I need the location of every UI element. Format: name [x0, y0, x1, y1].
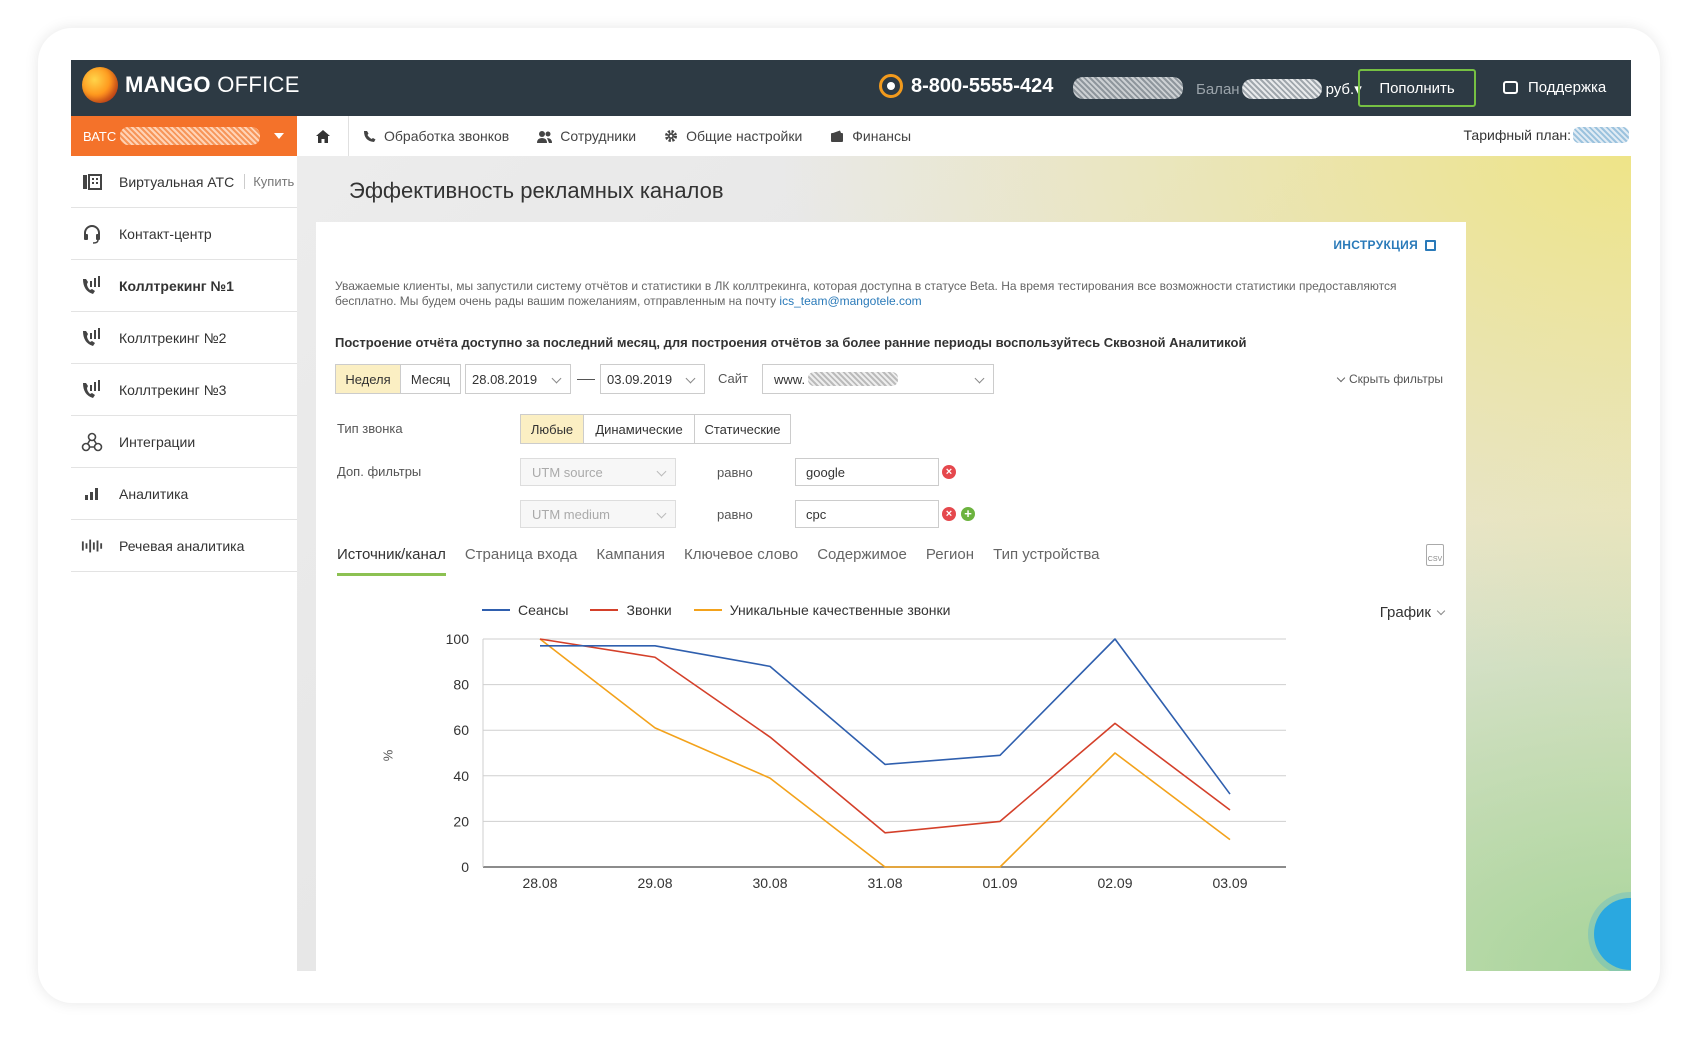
- sidebar-item-label: Виртуальная АТС: [119, 173, 235, 190]
- nav-call-handling[interactable]: Обработка звонков: [363, 128, 509, 144]
- tariff-label: Тарифный план:: [1463, 127, 1572, 143]
- x-tick-label: 28.08: [522, 875, 557, 891]
- topup-button[interactable]: Пополнить: [1358, 69, 1476, 107]
- y-tick-label: 80: [453, 677, 469, 693]
- sidebar-item-calltracking-2[interactable]: Коллтрекинг №2: [71, 312, 297, 364]
- line-chart: 0 20 40 60 80 100 28.08 29.08 30.08 31.08 01.09 02.…: [446, 631, 1286, 891]
- tariff-plan[interactable]: Тарифный план:: [1463, 127, 1629, 143]
- headset-icon: [81, 223, 103, 245]
- x-tick-label: 30.08: [752, 875, 787, 891]
- users-icon: [537, 130, 553, 143]
- gear-icon: [664, 129, 678, 143]
- logo-text-light: OFFICE: [210, 72, 300, 97]
- y-tick-label: 40: [453, 768, 469, 784]
- pbx-icon: [81, 171, 103, 193]
- x-tick-label: 03.09: [1212, 875, 1247, 891]
- sidebar-item-label: Аналитика: [119, 485, 189, 502]
- waveform-icon: [81, 535, 103, 557]
- x-tick-label: 02.09: [1097, 875, 1132, 891]
- sidebar-item-label: Интеграции: [119, 433, 196, 450]
- top-header: MANGO OFFICE 8-800-5555-424 Балан руб. ▾…: [71, 60, 1631, 116]
- balance-value-blurred: [1241, 79, 1322, 99]
- support-label: Поддержка: [1528, 79, 1607, 96]
- top-navigation: Обработка звонков Сотрудники Общие настр…: [297, 116, 1631, 156]
- logo-text-bold: MANGO: [125, 72, 211, 97]
- sidebar-item-label: Коллтрекинг №3: [119, 381, 227, 398]
- hotline-number: 8-800-5555-424: [911, 74, 1054, 97]
- sidebar-item-contact-center[interactable]: Контакт-центр: [71, 208, 297, 260]
- caret-down-icon: [274, 133, 284, 139]
- sidebar-item-calltracking-3[interactable]: Коллтрекинг №3: [71, 364, 297, 416]
- sidebar-item-calltracking-1[interactable]: Коллтрекинг №1: [71, 260, 297, 312]
- balance-currency: руб.: [1325, 80, 1355, 98]
- y-tick-label: 0: [461, 859, 469, 875]
- wallet-icon: [830, 130, 844, 143]
- home-button[interactable]: [297, 116, 349, 156]
- account-name-blurred[interactable]: [1073, 77, 1183, 99]
- bar-chart-icon: [81, 483, 103, 505]
- headset-phone-icon: [879, 74, 903, 98]
- x-tick-label: 29.08: [637, 875, 672, 891]
- nav-label: Сотрудники: [560, 128, 637, 144]
- tariff-name-blurred: [1573, 127, 1629, 143]
- y-tick-label: 100: [446, 631, 470, 647]
- app-window: MANGO OFFICE 8-800-5555-424 Балан руб. ▾…: [71, 60, 1631, 971]
- sidebar-item-analytics[interactable]: Аналитика: [71, 468, 297, 520]
- sidebar-item-speech-analytics[interactable]: Речевая аналитика: [71, 520, 297, 572]
- ats-name-blurred: [120, 127, 261, 145]
- series-line: [539, 638, 1231, 834]
- nav-label: Общие настройки: [686, 128, 803, 144]
- nav-finances[interactable]: Финансы: [830, 128, 911, 144]
- nav-label: Обработка звонков: [384, 128, 510, 144]
- chat-icon: [1503, 81, 1518, 94]
- sidebar-item-integrations[interactable]: Интеграции: [71, 416, 297, 468]
- sidebar-item-label: Речевая аналитика: [119, 537, 245, 554]
- y-tick-label: 60: [453, 722, 469, 738]
- home-icon: [315, 129, 330, 143]
- hotline-phone: 8-800-5555-424: [879, 74, 1053, 98]
- nav-general-settings[interactable]: Общие настройки: [664, 128, 802, 144]
- y-tick-label: 20: [453, 813, 469, 829]
- nav-employees[interactable]: Сотрудники: [537, 128, 636, 144]
- x-tick-label: 31.08: [867, 875, 902, 891]
- mango-office-logo[interactable]: MANGO OFFICE: [82, 67, 300, 103]
- sidebar: ВАТС Виртуальная АТС Купить Контакт-цент…: [71, 116, 297, 971]
- support-link[interactable]: Поддержка: [1503, 79, 1606, 96]
- page-title: Эффективность рекламных каналов: [349, 178, 724, 203]
- mango-logo-icon: [82, 67, 118, 103]
- sidebar-item-virtual-pbx[interactable]: Виртуальная АТС Купить: [71, 156, 297, 208]
- calltracking-icon: [81, 379, 103, 401]
- report-panel: ИНСТРУКЦИЯ Уважаемые клиенты, мы запусти…: [316, 222, 1466, 971]
- nav-label: Финансы: [852, 128, 912, 144]
- calltracking-icon: [81, 327, 103, 349]
- buy-link[interactable]: Купить: [244, 174, 294, 189]
- series-line: [540, 638, 1231, 795]
- ats-selector-label: ВАТС: [83, 128, 117, 144]
- calltracking-icon: [81, 275, 103, 297]
- sidebar-item-label: Контакт-центр: [119, 225, 212, 242]
- phone-icon: [363, 130, 376, 143]
- balance-label: Балан: [1196, 80, 1240, 98]
- integrations-icon: [81, 431, 103, 453]
- sidebar-item-label: Коллтрекинг №2: [119, 329, 227, 346]
- balance-indicator[interactable]: Балан руб. ▾: [1196, 79, 1362, 99]
- ats-selector[interactable]: ВАТС: [71, 116, 297, 156]
- x-tick-label: 01.09: [982, 875, 1017, 891]
- sidebar-item-label: Коллтрекинг №1: [119, 277, 234, 294]
